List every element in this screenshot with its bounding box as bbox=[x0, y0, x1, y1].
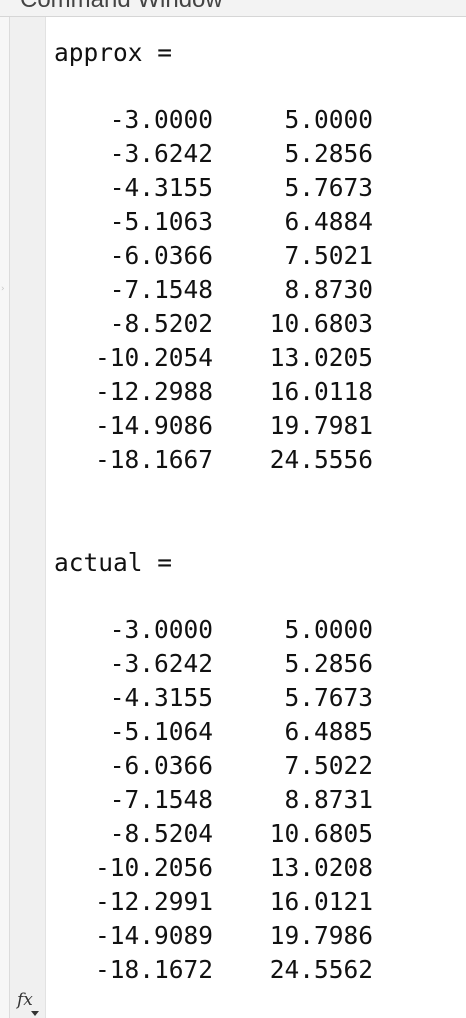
cell-col1: -10.2054 bbox=[94, 343, 213, 372]
cell-col1: -3.6242 bbox=[109, 139, 213, 168]
cell-col2: 6.4885 bbox=[284, 717, 373, 746]
cell-col1: -14.9089 bbox=[94, 921, 213, 950]
cell-col1: -7.1548 bbox=[109, 275, 213, 304]
cell-col1: -18.1672 bbox=[94, 955, 213, 984]
cell-col2: 10.6805 bbox=[269, 819, 373, 848]
cell-col2: 13.0208 bbox=[269, 853, 373, 882]
cell-col2: 24.5562 bbox=[269, 955, 373, 984]
cell-col2: 8.8730 bbox=[284, 275, 373, 304]
cell-col1: -3.6242 bbox=[109, 649, 213, 678]
cell-col1: -3.0000 bbox=[109, 615, 213, 644]
cell-col2: 5.2856 bbox=[284, 139, 373, 168]
cell-col2: 19.7981 bbox=[269, 411, 373, 440]
cell-col2: 16.0118 bbox=[269, 377, 373, 406]
cell-col2: 13.0205 bbox=[269, 343, 373, 372]
command-window-titlebar: Command Window bbox=[0, 0, 466, 17]
cell-col2: 8.8731 bbox=[284, 785, 373, 814]
cell-col2: 5.2856 bbox=[284, 649, 373, 678]
cell-col1: -7.1548 bbox=[109, 785, 213, 814]
cell-col2: 5.7673 bbox=[284, 173, 373, 202]
cell-col1: -6.0366 bbox=[109, 751, 213, 780]
cell-col1: -18.1667 bbox=[94, 445, 213, 474]
cell-col1: -3.0000 bbox=[109, 105, 213, 134]
cell-col2: 7.5022 bbox=[284, 751, 373, 780]
cell-col1: -5.1064 bbox=[109, 717, 213, 746]
cell-col2: 5.7673 bbox=[284, 683, 373, 712]
cell-col1: -4.3155 bbox=[109, 173, 213, 202]
cell-col2: 16.0121 bbox=[269, 887, 373, 916]
cell-col1: -5.1063 bbox=[109, 207, 213, 236]
cell-col2: 24.5556 bbox=[269, 445, 373, 474]
cell-col2: 10.6803 bbox=[269, 309, 373, 338]
cell-col1: -6.0366 bbox=[109, 241, 213, 270]
cell-col2: 19.7986 bbox=[269, 921, 373, 950]
cell-col2: 6.4884 bbox=[284, 207, 373, 236]
cell-col1: -4.3155 bbox=[109, 683, 213, 712]
cell-col1: -14.9086 bbox=[94, 411, 213, 440]
variable-label-approx: approx = bbox=[54, 38, 173, 67]
window-title: Command Window bbox=[20, 0, 223, 14]
cell-col1: -8.5202 bbox=[109, 309, 213, 338]
function-browser-icon[interactable]: fx bbox=[17, 990, 33, 1010]
cell-col2: 5.0000 bbox=[284, 105, 373, 134]
cell-col2: 5.0000 bbox=[284, 615, 373, 644]
cell-col1: -12.2988 bbox=[94, 377, 213, 406]
cell-col1: -10.2056 bbox=[94, 853, 213, 882]
cell-col2: 7.5021 bbox=[284, 241, 373, 270]
command-window-output: approx = -3.0000 5.0000 -3.6242 5.2856 -… bbox=[46, 17, 466, 1018]
dropdown-arrow-icon[interactable] bbox=[31, 1011, 39, 1016]
variable-label-actual: actual = bbox=[54, 548, 173, 577]
gutter-edge bbox=[0, 17, 10, 1018]
collapse-marker-icon: › bbox=[0, 284, 6, 294]
cell-col1: -8.5204 bbox=[109, 819, 213, 848]
cell-col1: -12.2991 bbox=[94, 887, 213, 916]
